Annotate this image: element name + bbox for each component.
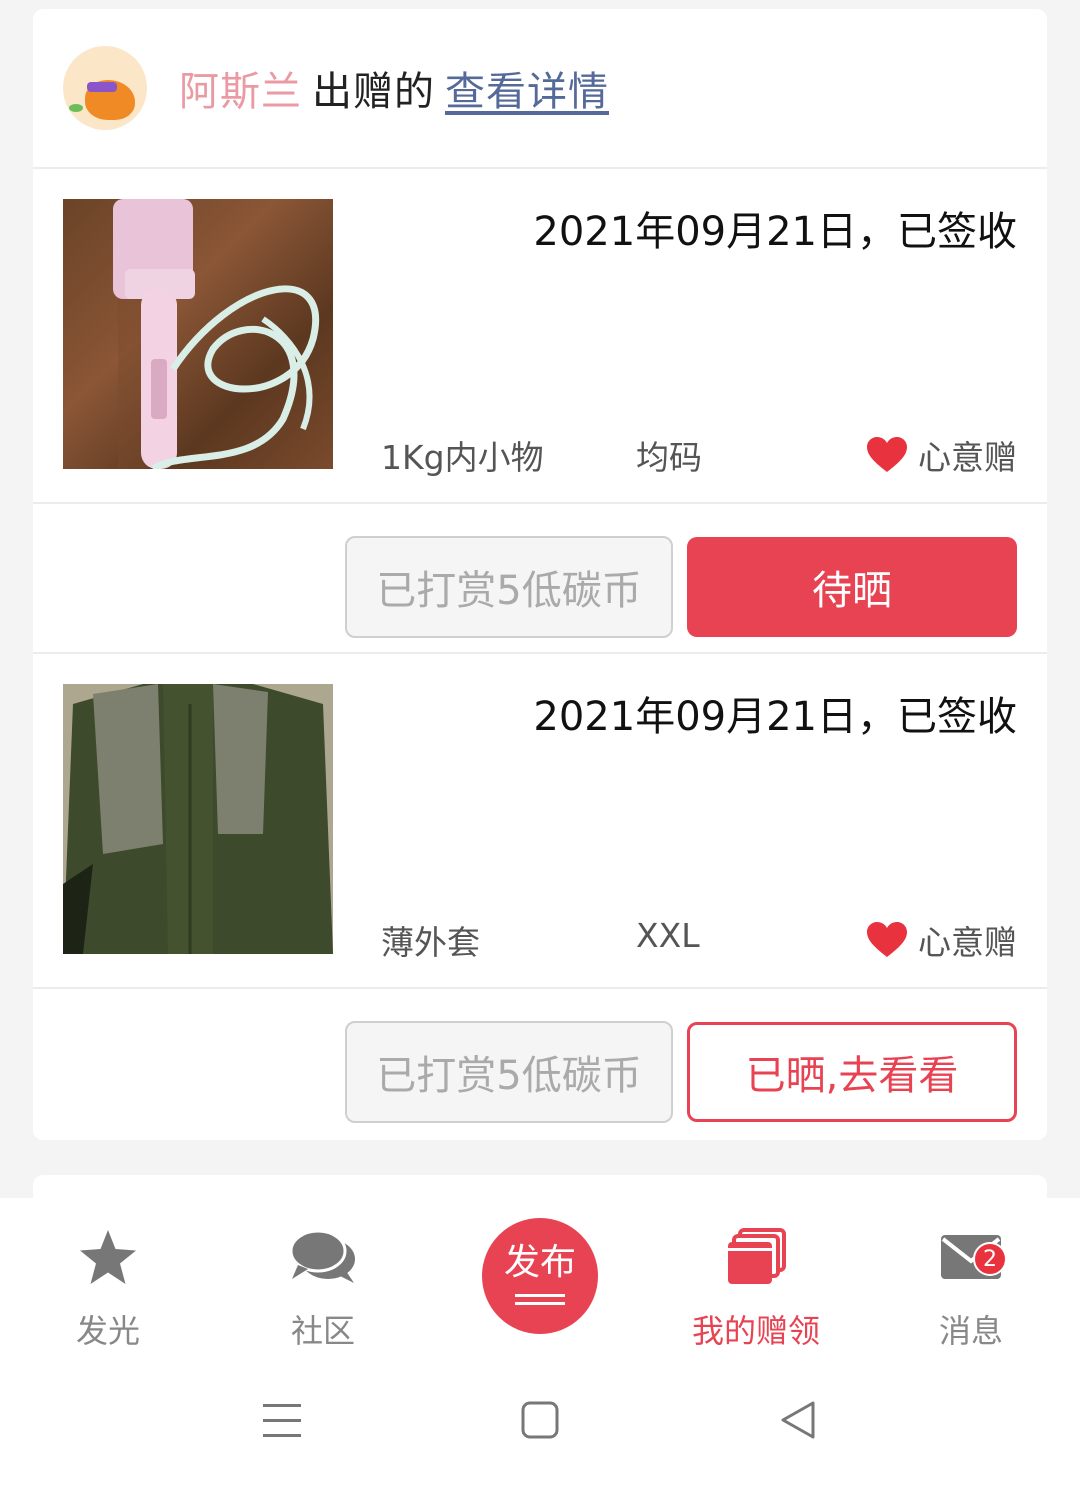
donor-avatar[interactable]: [63, 46, 147, 130]
home-icon[interactable]: [521, 1400, 559, 1440]
publish-button[interactable]: 发布: [482, 1218, 598, 1334]
publish-icon: [515, 1289, 565, 1310]
tab-label: 我的赠领: [691, 1312, 820, 1350]
heart-icon: [867, 437, 907, 472]
header-text: 阿斯兰 出赠的 查看详情: [179, 59, 609, 117]
gift-record-card: 阿斯兰 出赠的 查看详情 2021年09月21日，已签收 1Kg内小物 均码 心意赠: [33, 9, 1047, 1140]
tab-label: 消息: [938, 1312, 1003, 1350]
gift-type-label: 心意赠: [918, 438, 1017, 477]
gift-type: 心意赠: [866, 431, 1017, 479]
item-size: 均码: [636, 438, 702, 477]
tab-my-gifts[interactable]: 我的赠领: [676, 1220, 836, 1352]
item-category: 薄外套: [381, 923, 480, 962]
chat-bubbles-icon: [289, 1229, 355, 1283]
item-photo-thin-jacket[interactable]: [63, 684, 333, 954]
view-show-button[interactable]: 已晒,去看看: [687, 1022, 1017, 1122]
bottom-tab-bar: 发光 社区 发布 我的赠领 2 消息: [0, 1198, 1080, 1368]
tab-label: 社区: [290, 1312, 355, 1350]
gift-type-label: 心意赠: [918, 923, 1017, 962]
tab-community[interactable]: 社区: [243, 1220, 403, 1352]
publish-label: 发布: [503, 1241, 576, 1283]
pending-show-button[interactable]: 待晒: [687, 537, 1017, 637]
gift-item[interactable]: 2021年09月21日，已签收 1Kg内小物 均码 心意赠: [33, 169, 1047, 504]
back-icon[interactable]: [779, 1400, 817, 1440]
card-header: 阿斯兰 出赠的 查看详情: [33, 9, 1047, 169]
item-size: XXL: [636, 916, 700, 955]
reward-status-button[interactable]: 已打赏5低碳币: [345, 1021, 673, 1123]
donor-action-text: 出赠的: [312, 69, 435, 115]
item-date-status: 2021年09月21日，已签收: [533, 694, 1017, 740]
item-actions: 已打赏5低碳币 待晒: [33, 504, 1047, 654]
item-category: 1Kg内小物: [381, 438, 544, 477]
tab-messages[interactable]: 2 消息: [891, 1220, 1051, 1352]
gift-type: 心意赠: [866, 916, 1017, 964]
gift-item[interactable]: 2021年09月21日，已签收 薄外套 XXL 心意赠: [33, 654, 1047, 989]
menu-icon[interactable]: [263, 1400, 301, 1440]
reward-status-button[interactable]: 已打赏5低碳币: [345, 536, 673, 638]
star-icon: [80, 1230, 136, 1284]
tab-glow[interactable]: 发光: [28, 1220, 188, 1352]
item-actions: 已打赏5低碳币 已晒,去看看: [33, 989, 1047, 1139]
heart-icon: [867, 922, 907, 957]
tab-label: 发光: [75, 1312, 140, 1350]
item-date-status: 2021年09月21日，已签收: [533, 209, 1017, 255]
system-nav-bar: [0, 1368, 1080, 1486]
item-photo-hair-curler[interactable]: [63, 199, 333, 469]
donor-name[interactable]: 阿斯兰: [179, 69, 302, 115]
cards-icon: [728, 1228, 786, 1284]
view-details-link[interactable]: 查看详情: [445, 69, 609, 115]
unread-badge: 2: [973, 1242, 1007, 1276]
